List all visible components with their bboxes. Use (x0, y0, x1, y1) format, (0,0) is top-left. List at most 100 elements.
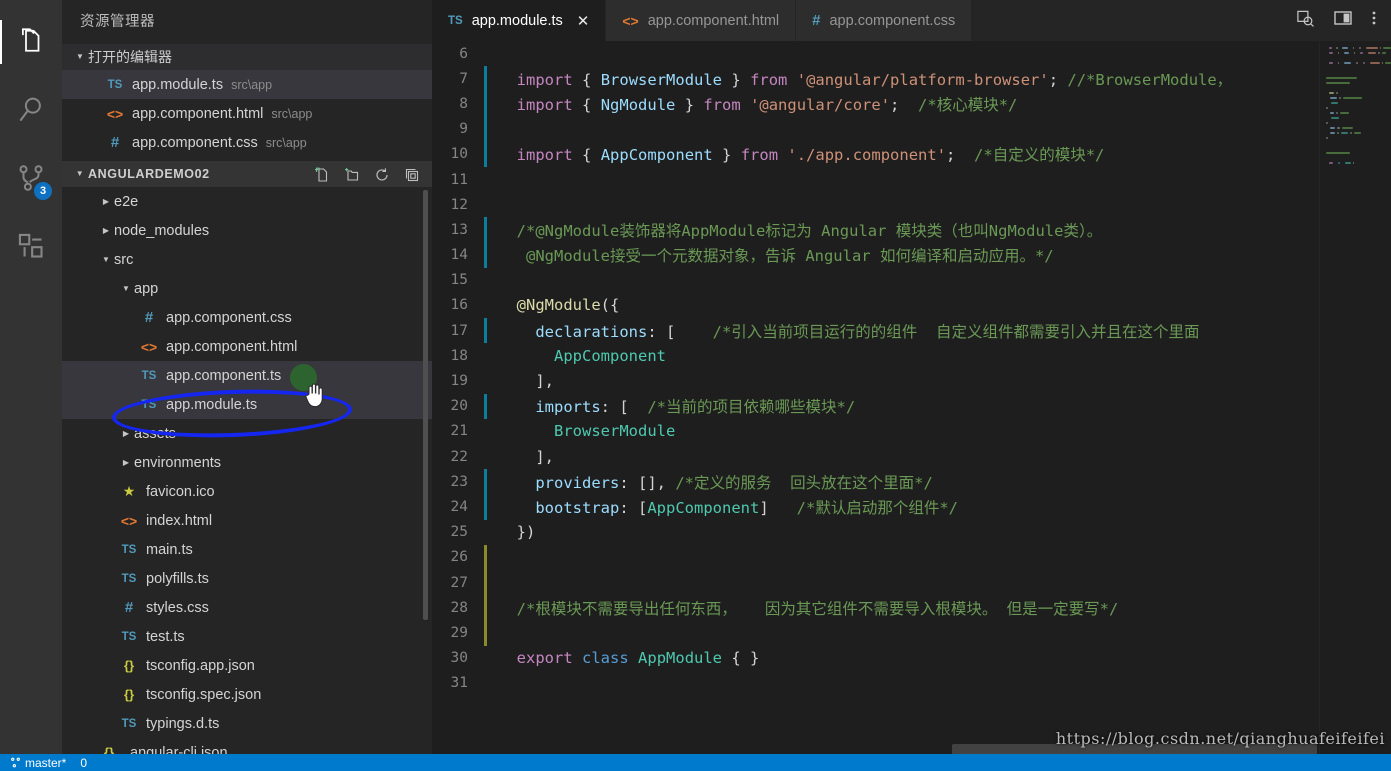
tree-item-index-html[interactable]: <> index.html (62, 506, 432, 535)
tree-item-assets[interactable]: ▶ assets (62, 419, 432, 448)
tree-item-src[interactable]: ▼ src (62, 245, 432, 274)
tree-item-polyfills-ts[interactable]: TS polyfills.ts (62, 564, 432, 593)
tree-item-app[interactable]: ▼ app (62, 274, 432, 303)
minimap[interactable] (1319, 41, 1391, 771)
sidebar-scrollbar[interactable] (423, 190, 428, 620)
code-line: 11 (432, 167, 1391, 192)
tab-label: app.component.html (647, 12, 780, 29)
code-line-text: @NgModule({ (516, 296, 620, 315)
status-branch[interactable]: master* (10, 756, 66, 770)
code-line: 19 ], (432, 368, 1391, 393)
split-editor-search-icon[interactable] (1296, 9, 1315, 33)
minimap-line (1326, 46, 1391, 50)
tree-item-test-ts[interactable]: TS test.ts (62, 622, 432, 651)
tree-item-app-component-ts[interactable]: TS app.component.ts (62, 361, 432, 390)
html-file-icon: <> (106, 105, 124, 122)
tab-app-module-ts[interactable]: TS app.module.ts ✕ (432, 0, 607, 41)
line-number: 21 (450, 423, 468, 440)
minimap-line (1326, 156, 1391, 160)
status-problems[interactable]: 0 (80, 756, 87, 770)
tree-item-environments[interactable]: ▶ environments (62, 448, 432, 477)
code-line: 16 @NgModule({ (432, 293, 1391, 318)
minimap-line (1326, 51, 1391, 55)
sidebar: 资源管理器 ▼ 打开的编辑器 TS app.module.ts src\app … (62, 0, 432, 771)
ts-file-icon: TS (121, 717, 137, 730)
chevron-right-icon: ▶ (122, 458, 130, 467)
tree-item-main-ts[interactable]: TS main.ts (62, 535, 432, 564)
tree-item-favicon-ico[interactable]: ★ favicon.ico (62, 477, 432, 506)
line-number: 31 (450, 675, 468, 692)
line-number: 19 (450, 373, 468, 390)
tab-app-component-html[interactable]: <> app.component.html (606, 0, 797, 41)
tree-item-label: assets (134, 425, 176, 442)
activity-source-control-icon[interactable]: 3 (0, 144, 62, 212)
tab-app-component-css[interactable]: # app.component.css (796, 0, 973, 41)
source-control-badge: 3 (34, 182, 52, 200)
tree-item-tsconfig-app-json[interactable]: {} tsconfig.app.json (62, 651, 432, 680)
activity-search-icon[interactable] (0, 76, 62, 144)
tree-item-label: app.component.ts (166, 367, 282, 384)
css-file-icon: # (812, 12, 821, 29)
new-folder-icon[interactable] (344, 166, 360, 182)
tree-item-label: favicon.ico (146, 483, 215, 500)
line-number: 9 (459, 121, 468, 138)
code-line-text: export class AppModule { } (516, 649, 760, 668)
chevron-right-icon: ▶ (102, 226, 110, 235)
line-number: 6 (459, 45, 468, 62)
line-number: 8 (459, 95, 468, 112)
open-editor-app-component-css[interactable]: # app.component.css src\app (62, 128, 432, 157)
line-number: 26 (450, 549, 468, 566)
html-file-icon: <> (622, 12, 639, 29)
minimap-line (1326, 121, 1391, 125)
code-line: 25 }) (432, 520, 1391, 545)
code-line-text: import { NgModule } from '@angular/core'… (516, 95, 1018, 114)
refresh-icon[interactable] (374, 166, 390, 182)
minimap-line (1326, 81, 1391, 85)
tree-item-typings-d-ts[interactable]: TS typings.d.ts (62, 709, 432, 738)
code-editor[interactable]: 6 7 import { BrowserModule } from '@angul… (432, 41, 1391, 771)
close-icon[interactable]: ✕ (577, 12, 590, 30)
json-file-icon: {} (123, 658, 135, 673)
activity-extensions-icon[interactable] (0, 212, 62, 280)
tree-item-app-module-ts[interactable]: TS app.module.ts (62, 390, 432, 419)
section-project-root[interactable]: ▼ ANGULARDEMO02 (62, 161, 432, 187)
tree-item-app-component-html[interactable]: <> app.component.html (62, 332, 432, 361)
tree-item-app-component-css[interactable]: # app.component.css (62, 303, 432, 332)
activity-explorer-icon[interactable] (0, 8, 62, 76)
open-editors-label: 打开的编辑器 (88, 49, 172, 65)
line-change-indicator (484, 620, 487, 646)
split-editor-icon[interactable] (1333, 9, 1353, 32)
minimap-line (1326, 106, 1391, 110)
minimap-line (1326, 56, 1391, 60)
line-number: 29 (450, 624, 468, 641)
open-editor-app-module-ts[interactable]: TS app.module.ts src\app (62, 70, 432, 99)
open-editor-app-component-html[interactable]: <> app.component.html src\app (62, 99, 432, 128)
line-number: 17 (450, 322, 468, 339)
line-number: 25 (450, 524, 468, 541)
chevron-down-icon: ▼ (122, 284, 130, 293)
html-file-icon: <> (120, 512, 138, 529)
more-actions-icon[interactable] (1371, 9, 1377, 32)
code-line: 7 import { BrowserModule } from '@angula… (432, 66, 1391, 92)
open-editor-label: app.component.css (132, 134, 258, 151)
tree-item-label: index.html (146, 512, 213, 529)
minimap-line (1326, 96, 1391, 100)
tree-item-tsconfig-spec-json[interactable]: {} tsconfig.spec.json (62, 680, 432, 709)
new-file-icon[interactable] (314, 166, 330, 182)
tree-item-e2e[interactable]: ▶ e2e (62, 187, 432, 216)
line-number: 15 (450, 272, 468, 289)
section-open-editors[interactable]: ▼ 打开的编辑器 (62, 44, 432, 70)
collapse-all-icon[interactable] (404, 166, 420, 182)
code-line: 18 AppComponent (432, 343, 1391, 368)
open-editor-path: src\app (265, 135, 307, 150)
code-line-text: bootstrap: [AppComponent] /*默认启动那个组件*/ (535, 498, 958, 517)
tree-item-label: app.component.css (166, 309, 292, 326)
code-line: 22 ], (432, 444, 1391, 469)
chevron-right-icon: ▶ (122, 429, 130, 438)
tree-item-node-modules[interactable]: ▶ node_modules (62, 216, 432, 245)
tree-item-label: tsconfig.spec.json (146, 686, 262, 703)
line-number: 24 (450, 498, 468, 515)
tree-item-styles-css[interactable]: # styles.css (62, 593, 432, 622)
tree-item-label: styles.css (146, 599, 209, 616)
code-line-text: import { BrowserModule } from '@angular/… (516, 70, 1233, 89)
